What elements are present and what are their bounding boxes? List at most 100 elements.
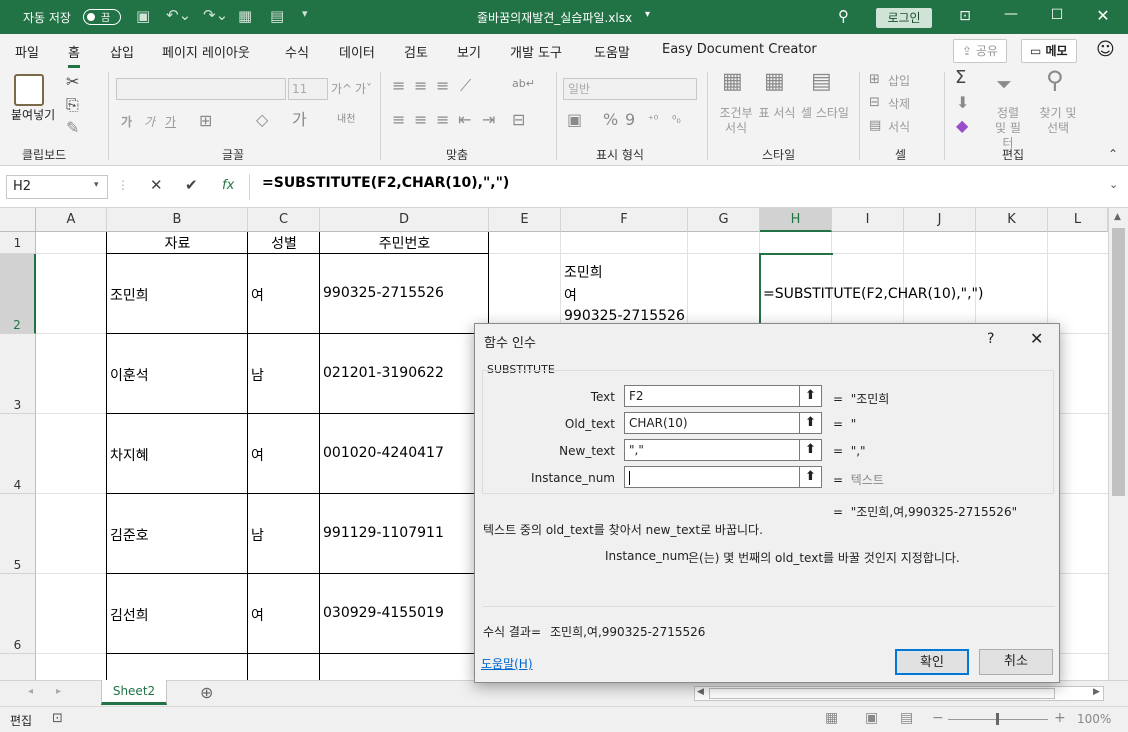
merge-center-icon[interactable]: ⊟: [512, 112, 525, 128]
page-break-view-icon[interactable]: ▤: [900, 710, 913, 726]
undo-icon[interactable]: ↶⌄: [166, 6, 191, 24]
insert-function-icon[interactable]: fx: [222, 178, 234, 193]
underline-button[interactable]: 가: [165, 113, 176, 130]
paste-label[interactable]: 붙여넣기: [11, 106, 55, 123]
cell-style-icon[interactable]: ▤: [811, 71, 832, 93]
active-cell-h2[interactable]: =SUBSTITUTE(F2,CHAR(10),","): [763, 286, 983, 302]
col-header-d[interactable]: D: [320, 208, 489, 232]
sort-filter-icon[interactable]: ⏷: [996, 74, 1012, 94]
decrease-decimal-icon[interactable]: ⁰₀: [672, 112, 681, 128]
normal-view-icon[interactable]: ▦: [825, 710, 838, 726]
delete-cells-icon[interactable]: ⊟: [869, 95, 880, 111]
insert-cells-label[interactable]: 삽입: [888, 72, 910, 89]
next-sheet-icon[interactable]: ▸: [56, 686, 61, 697]
increase-decimal-icon[interactable]: ⁺⁰: [648, 112, 658, 128]
sort-filter-label[interactable]: 정렬 및 필터: [990, 106, 1026, 151]
phonetic-icon[interactable]: 내천: [337, 112, 355, 128]
help-link[interactable]: 도움말(H): [481, 655, 533, 672]
col-header-j[interactable]: J: [904, 208, 976, 232]
col-header-a[interactable]: A: [36, 208, 107, 232]
cell-f2-line[interactable]: 990325-2715526: [564, 308, 685, 324]
align-center-icon[interactable]: ≡: [414, 112, 427, 128]
border-icon[interactable]: ⊞: [199, 113, 212, 129]
delete-cells-label[interactable]: 삭제: [888, 95, 910, 112]
collapse-ribbon-icon[interactable]: ⌃: [1108, 146, 1118, 162]
expand-formula-icon[interactable]: ⌄: [1109, 178, 1118, 191]
form-icon[interactable]: ▤: [270, 7, 284, 25]
cell-gender[interactable]: 여: [251, 605, 264, 625]
formula-input[interactable]: =SUBSTITUTE(F2,CHAR(10),","): [262, 175, 509, 191]
cell-id[interactable]: 990325-2715526: [323, 285, 444, 301]
dialog-close-icon[interactable]: ✕: [1030, 329, 1043, 348]
cell-id[interactable]: 021201-3190622: [323, 365, 444, 381]
col-header-g[interactable]: G: [688, 208, 760, 232]
cell-id[interactable]: 001020-4240417: [323, 445, 444, 461]
cell-id[interactable]: 030929-4155019: [323, 605, 444, 621]
number-format-select[interactable]: 일반: [563, 78, 697, 100]
clear-icon[interactable]: ◆: [956, 118, 968, 134]
cancel-entry-icon[interactable]: ✕: [150, 176, 163, 194]
cell-name[interactable]: 김준호: [110, 525, 149, 545]
conditional-format-icon[interactable]: ▦: [722, 71, 743, 93]
dialog-help-icon[interactable]: ?: [987, 331, 994, 347]
collapse-dialog-icon[interactable]: ⬆: [800, 412, 822, 434]
cell-gender[interactable]: 여: [251, 285, 264, 305]
paste-icon[interactable]: [14, 74, 44, 106]
cut-icon[interactable]: ✂: [66, 74, 79, 90]
sheet-tab[interactable]: Sheet2: [101, 680, 167, 705]
italic-button[interactable]: 가: [144, 113, 155, 130]
header-cell-name[interactable]: 자료: [107, 233, 248, 253]
row-header-4[interactable]: 4: [0, 414, 36, 494]
scrollbar-thumb[interactable]: [1112, 228, 1125, 496]
align-right-icon[interactable]: ≡: [436, 112, 449, 128]
cell-name[interactable]: 김선희: [110, 605, 149, 625]
horizontal-scrollbar[interactable]: ◀ ▶: [694, 686, 1104, 701]
customize-qat-icon[interactable]: ▾: [302, 7, 308, 20]
page-layout-view-icon[interactable]: ▣: [865, 710, 878, 726]
format-cells-label[interactable]: 서식: [888, 118, 910, 135]
currency-icon[interactable]: ▣: [567, 112, 582, 128]
sheet-icon[interactable]: ▦: [238, 7, 252, 25]
format-painter-icon[interactable]: ✎: [66, 120, 79, 136]
zoom-out-icon[interactable]: −: [932, 710, 944, 726]
feedback-smiley-icon[interactable]: ☺: [1096, 39, 1115, 60]
cell-name[interactable]: 차지혜: [110, 445, 149, 465]
cell-f2-line[interactable]: 여: [564, 285, 577, 305]
tab-data[interactable]: 데이터: [339, 42, 375, 61]
search-icon[interactable]: ⚲: [838, 7, 849, 25]
close-icon[interactable]: ✕: [1088, 6, 1118, 25]
conditional-format-label[interactable]: 조건부 서식: [716, 106, 756, 136]
vertical-scrollbar[interactable]: ▲: [1108, 208, 1128, 680]
comma-icon[interactable]: 9: [625, 112, 635, 128]
row-header-7[interactable]: [0, 654, 36, 680]
align-top-icon[interactable]: ≡: [392, 78, 405, 94]
row-header-2[interactable]: 2: [0, 254, 36, 334]
tab-home[interactable]: 홈: [68, 42, 80, 68]
cancel-button[interactable]: 취소: [979, 649, 1053, 675]
tab-page-layout[interactable]: 페이지 레이아웃: [162, 42, 250, 61]
fill-color-icon[interactable]: ◇: [256, 112, 268, 128]
col-header-l[interactable]: L: [1048, 208, 1108, 232]
cell-id[interactable]: 991129-1107911: [323, 525, 444, 541]
tab-review[interactable]: 검토: [404, 42, 428, 61]
tab-developer[interactable]: 개발 도구: [510, 42, 562, 61]
tab-view[interactable]: 보기: [457, 42, 481, 61]
arg-input-old-text[interactable]: CHAR(10): [624, 412, 800, 434]
cell-name[interactable]: 이훈석: [110, 365, 149, 385]
font-size-select[interactable]: 11: [288, 78, 328, 100]
percent-icon[interactable]: %: [603, 112, 618, 128]
ok-button[interactable]: 확인: [895, 649, 969, 675]
align-left-icon[interactable]: ≡: [392, 112, 405, 128]
cell-style-label[interactable]: 셀 스타일: [800, 106, 850, 121]
tab-easy-document-creator[interactable]: Easy Document Creator: [662, 42, 817, 57]
table-format-label[interactable]: 표 서식: [757, 106, 797, 121]
align-bottom-icon[interactable]: ≡: [436, 78, 449, 94]
share-button[interactable]: ⇪ 공유: [953, 39, 1007, 63]
maximize-icon[interactable]: ☐: [1042, 7, 1072, 23]
format-cells-icon[interactable]: ▤: [869, 118, 881, 134]
table-format-icon[interactable]: ▦: [764, 71, 785, 93]
indent-increase-icon[interactable]: ⇥: [482, 112, 495, 128]
font-color-icon[interactable]: 가: [292, 112, 307, 128]
zoom-slider-thumb[interactable]: [996, 713, 999, 725]
zoom-in-icon[interactable]: +: [1054, 710, 1066, 726]
